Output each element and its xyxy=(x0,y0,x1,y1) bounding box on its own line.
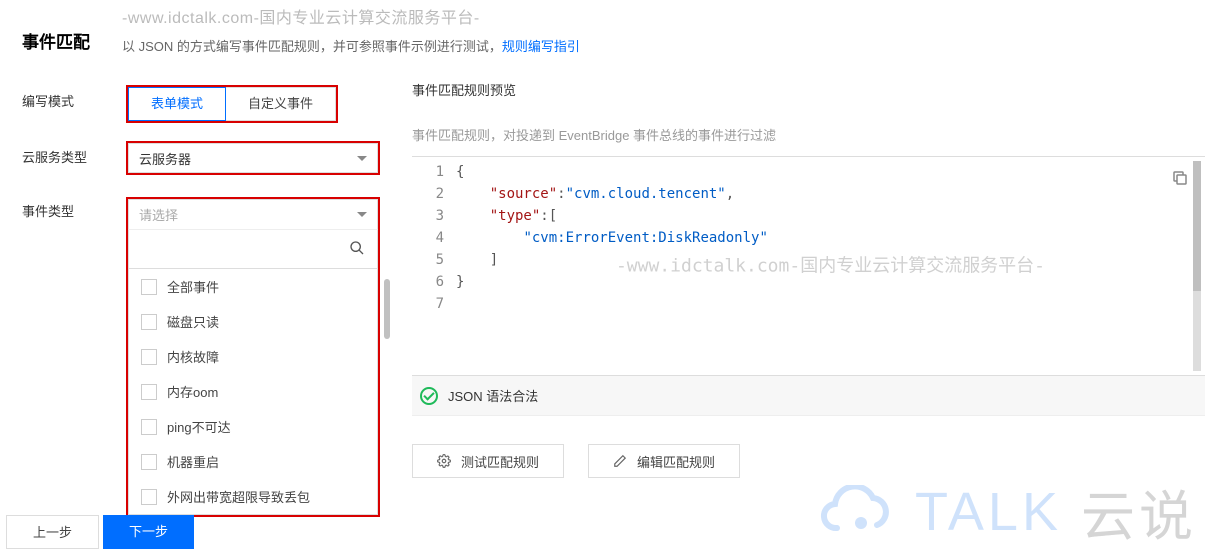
json-status: JSON 语法合法 xyxy=(412,376,1205,416)
mode-tabs: 表单模式 自定义事件 xyxy=(126,85,338,123)
event-search-input[interactable] xyxy=(141,241,349,258)
event-option[interactable]: 内核故障 xyxy=(129,339,377,374)
watermark-top: -www.idctalk.com-国内专业云计算交流服务平台- xyxy=(122,4,580,28)
event-option[interactable]: 内存oom xyxy=(129,374,377,409)
scrollbar[interactable] xyxy=(384,279,390,339)
checkbox-icon xyxy=(141,384,157,400)
label-mode: 编写模式 xyxy=(22,85,126,110)
label-event-type: 事件类型 xyxy=(22,193,126,220)
prev-button[interactable]: 上一步 xyxy=(6,515,99,549)
scrollbar[interactable] xyxy=(1193,161,1201,371)
checkbox-icon xyxy=(141,314,157,330)
event-option[interactable]: ping不可达 xyxy=(129,409,377,444)
footer-nav: 上一步 下一步 xyxy=(0,515,194,549)
label-service-type: 云服务类型 xyxy=(22,141,126,166)
chevron-down-icon xyxy=(357,212,367,217)
event-option[interactable]: 外网出带宽超限导致丢包 xyxy=(129,479,377,514)
tab-custom-event[interactable]: 自定义事件 xyxy=(226,87,336,121)
preview-title: 事件匹配规则预览 xyxy=(412,80,1205,99)
checkbox-icon xyxy=(141,454,157,470)
edit-rule-button[interactable]: 编辑匹配规则 xyxy=(588,444,740,478)
event-type-dropdown: 请选择 全部事件 磁盘只读 内核故障 内存oom ping不可达 机器重启 外网… xyxy=(126,197,380,517)
pencil-icon xyxy=(613,454,627,468)
event-option[interactable]: 机器重启 xyxy=(129,444,377,479)
code-preview: 1234567 { "source":"cvm.cloud.tencent", … xyxy=(412,156,1205,376)
tab-form-mode[interactable]: 表单模式 xyxy=(128,87,226,121)
service-type-select[interactable]: 云服务器 xyxy=(128,143,378,173)
event-type-select[interactable]: 请选择 xyxy=(128,199,378,229)
gear-icon xyxy=(437,454,451,468)
event-options-list: 全部事件 磁盘只读 内核故障 内存oom ping不可达 机器重启 外网出带宽超… xyxy=(128,269,378,515)
event-option[interactable]: 全部事件 xyxy=(129,269,377,304)
copy-icon[interactable] xyxy=(1171,169,1189,191)
checkbox-icon xyxy=(141,489,157,505)
check-circle-icon xyxy=(420,387,438,405)
code-content: { "source":"cvm.cloud.tencent", "type":[… xyxy=(456,157,1205,375)
preview-desc: 事件匹配规则，对投递到 EventBridge 事件总线的事件进行过滤 xyxy=(412,125,1205,144)
guide-link[interactable]: 规则编写指引 xyxy=(502,39,580,54)
checkbox-icon xyxy=(141,419,157,435)
test-rule-button[interactable]: 测试匹配规则 xyxy=(412,444,564,478)
page-title: 事件匹配 xyxy=(22,4,90,53)
watermark-overlay: -www.idctalk.com-国内专业云计算交流服务平台- xyxy=(616,255,1045,277)
checkbox-icon xyxy=(141,349,157,365)
line-gutter: 1234567 xyxy=(412,157,456,375)
search-icon[interactable] xyxy=(349,240,365,259)
service-type-value: 云服务器 xyxy=(139,149,191,168)
event-type-placeholder: 请选择 xyxy=(139,205,178,224)
status-text: JSON 语法合法 xyxy=(448,386,538,405)
next-button[interactable]: 下一步 xyxy=(103,515,194,549)
checkbox-icon xyxy=(141,279,157,295)
chevron-down-icon xyxy=(357,156,367,161)
page-desc: 以 JSON 的方式编写事件匹配规则，并可参照事件示例进行测试，规则编写指引 xyxy=(122,36,580,55)
event-option[interactable]: 磁盘只读 xyxy=(129,304,377,339)
